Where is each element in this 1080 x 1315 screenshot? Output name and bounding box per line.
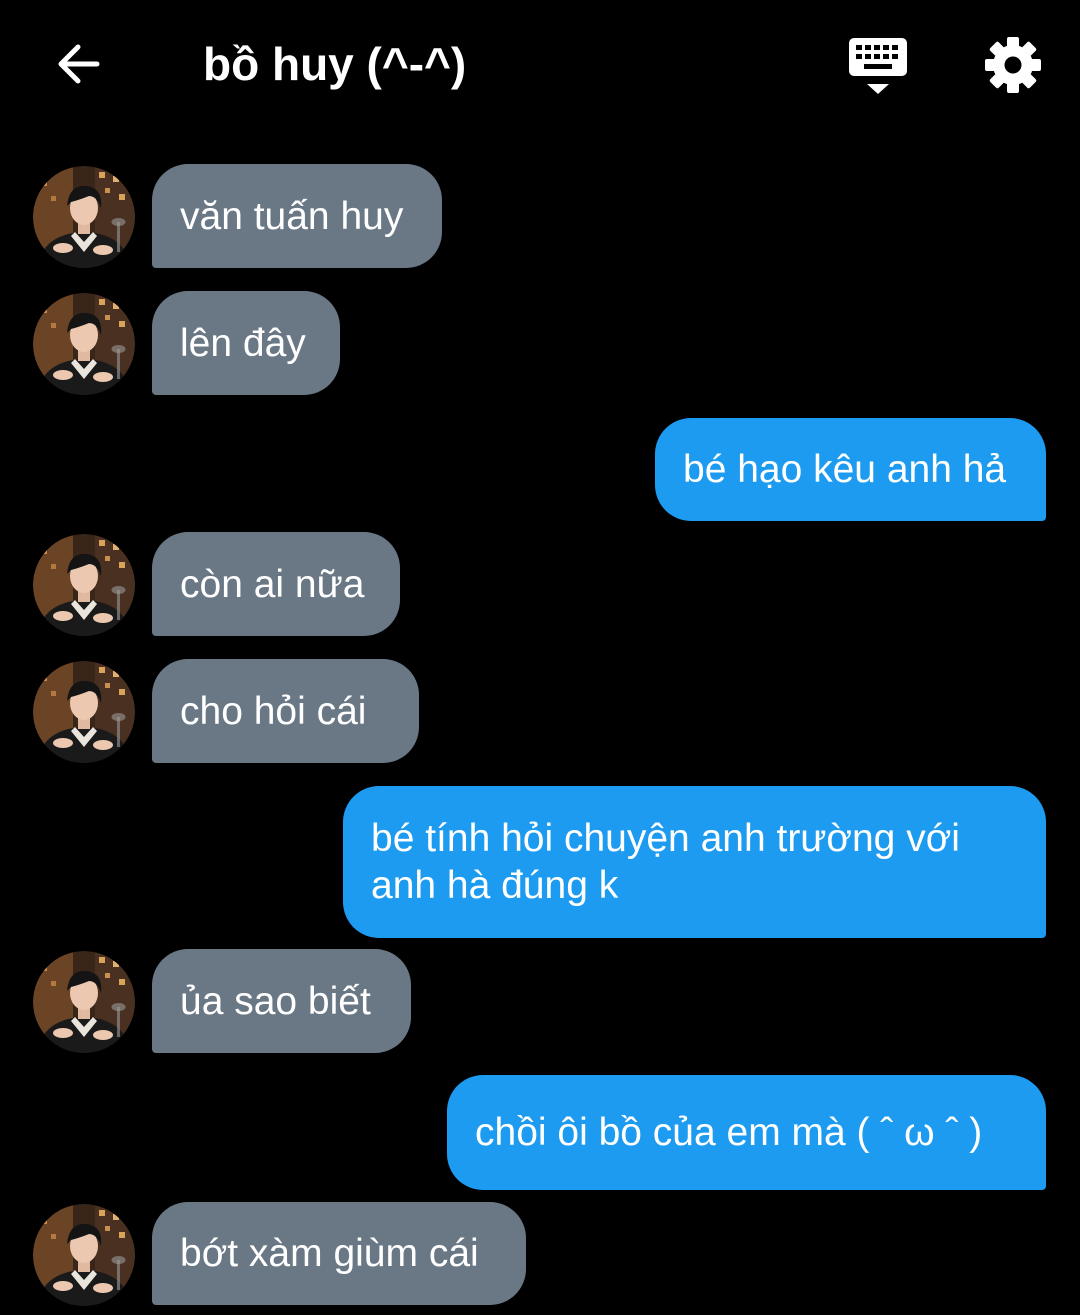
back-button[interactable] xyxy=(48,36,108,92)
message-text: văn tuấn huy xyxy=(180,194,404,238)
keyboard-icon xyxy=(849,38,907,94)
keyboard-button[interactable] xyxy=(844,34,912,98)
message-text: còn ai nữa xyxy=(180,562,365,606)
contact-avatar[interactable] xyxy=(33,534,135,636)
message-bubble-incoming[interactable]: ủa sao biết xyxy=(152,949,411,1053)
contact-avatar[interactable] xyxy=(33,951,135,1053)
message-text: bớt xàm giùm cái xyxy=(180,1232,479,1275)
message-text: ủa sao biết xyxy=(180,979,371,1023)
message-text: cho hỏi cái xyxy=(180,689,367,733)
gear-icon xyxy=(985,37,1041,93)
conversation-title: bồ huy (^-^) xyxy=(203,38,467,90)
arrow-left-icon xyxy=(58,44,100,84)
message-bubble-outgoing[interactable]: bé tính hỏi chuyện anh trường với anh hà… xyxy=(343,786,1046,938)
message-bubble-incoming[interactable]: văn tuấn huy xyxy=(152,164,442,268)
message-bubble-outgoing[interactable]: bé hạo kêu anh hả xyxy=(655,418,1046,521)
settings-button[interactable] xyxy=(980,32,1046,98)
contact-avatar[interactable] xyxy=(33,293,135,395)
chat-header: bồ huy (^-^) xyxy=(0,0,1080,130)
message-bubble-incoming[interactable]: cho hỏi cái xyxy=(152,659,419,763)
message-bubble-incoming[interactable]: còn ai nữa xyxy=(152,532,400,636)
message-text: lên đây xyxy=(180,321,306,365)
contact-avatar[interactable] xyxy=(33,166,135,268)
message-text: chồi ôi bồ của em mà ( ˆ ω ˆ ) xyxy=(475,1111,983,1154)
message-bubble-incoming[interactable]: lên đây xyxy=(152,291,340,395)
contact-avatar[interactable] xyxy=(33,1204,135,1306)
contact-avatar[interactable] xyxy=(33,661,135,763)
message-text: bé hạo kêu anh hả xyxy=(683,448,1007,491)
message-bubble-outgoing[interactable]: chồi ôi bồ của em mà ( ˆ ω ˆ ) xyxy=(447,1075,1046,1190)
message-bubble-incoming[interactable]: bớt xàm giùm cái xyxy=(152,1202,526,1305)
message-text: bé tính hỏi chuyện anh trường với anh hà… xyxy=(371,817,960,907)
